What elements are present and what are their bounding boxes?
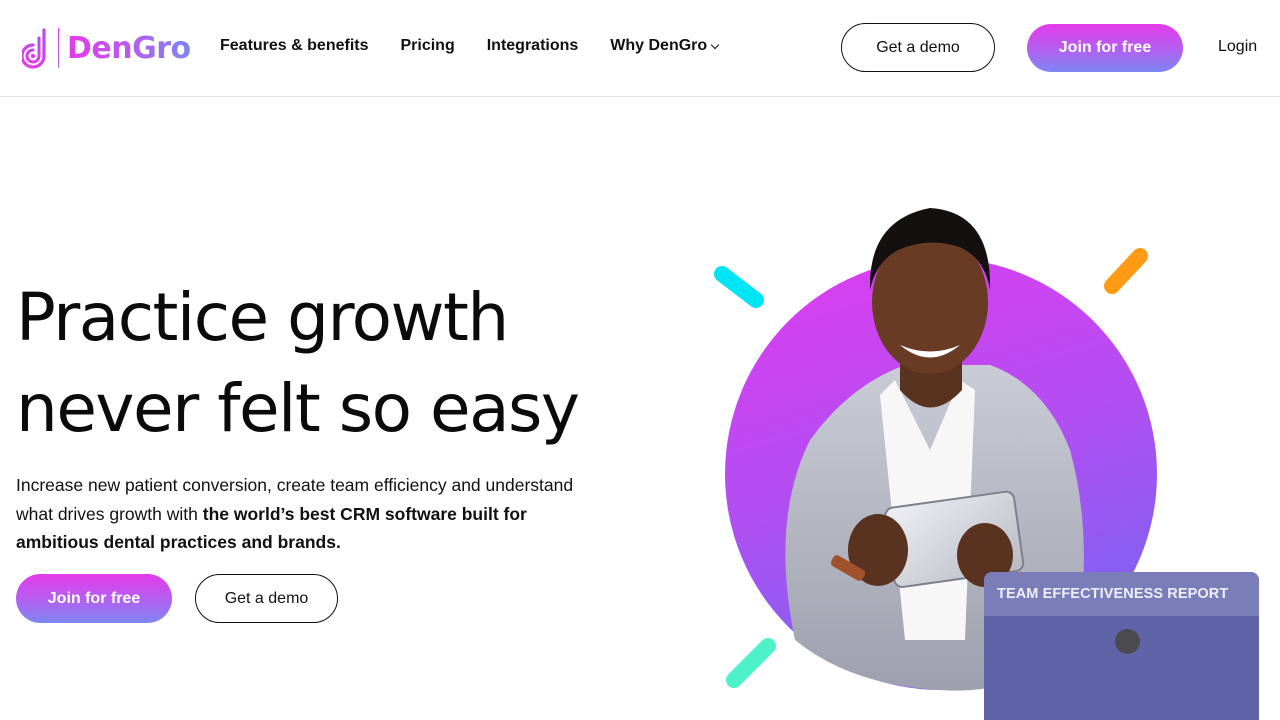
hero-join-for-free-button[interactable]: Join for free [16, 574, 172, 623]
nav-item-label: Integrations [486, 37, 579, 54]
team-effectiveness-report-card: TEAM EFFECTIVENESS REPORT [984, 572, 1259, 720]
report-card-header: TEAM EFFECTIVENESS REPORT [984, 572, 1259, 616]
hero-subtitle: Increase new patient conversion, create … [16, 471, 596, 557]
main-nav: Features & benefits Pricing Integrations… [220, 37, 750, 55]
logo-text: DenGro [67, 30, 191, 66]
get-a-demo-button[interactable]: Get a demo [841, 23, 995, 72]
hero-title-line-1: Practice growth [16, 279, 509, 356]
hero-get-a-demo-button[interactable]: Get a demo [195, 574, 338, 623]
site-header: DenGro Features & benefits Pricing Integ… [0, 0, 1280, 97]
nav-item-label: Why DenGro [610, 37, 708, 54]
login-link[interactable]: Login [1218, 38, 1257, 56]
hero-title: Practice growth never felt so easy [16, 272, 636, 454]
nav-item-why-dengro[interactable]: Why DenGro [610, 37, 720, 55]
report-card-title: TEAM EFFECTIVENESS REPORT [997, 586, 1229, 602]
hero-title-line-2: never felt so easy [16, 370, 580, 447]
dengro-logo-icon [22, 28, 46, 69]
orange-accent-stick [1104, 248, 1148, 294]
nav-item-label: Pricing [400, 37, 455, 54]
chevron-down-icon [710, 40, 720, 49]
nav-item-label: Features & benefits [220, 37, 369, 54]
nav-item-pricing[interactable]: Pricing [400, 37, 454, 55]
nav-item-integrations[interactable]: Integrations [487, 37, 579, 55]
cyan-accent-stick [714, 266, 764, 308]
report-card-dot [1115, 629, 1140, 654]
nav-item-features[interactable]: Features & benefits [220, 37, 368, 55]
join-for-free-button[interactable]: Join for free [1027, 24, 1183, 72]
mint-accent-stick [726, 638, 776, 688]
logo-divider [58, 28, 59, 68]
dengro-logo[interactable]: DenGro [22, 26, 191, 70]
